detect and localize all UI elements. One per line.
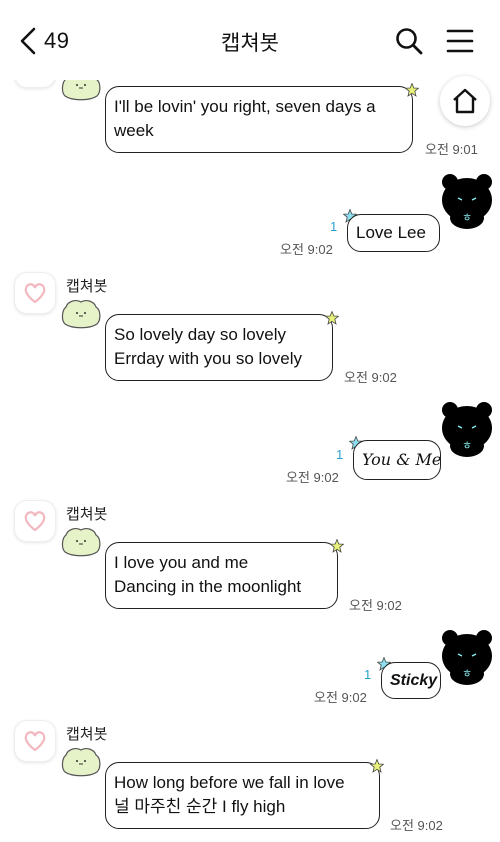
menu-icon [446, 29, 474, 53]
message-bubble[interactable]: Love Lee [347, 214, 440, 252]
star-icon [405, 83, 419, 97]
sender-name: 캡쳐봇 [66, 278, 108, 295]
message-text: I love you and me Dancing in the moonlig… [114, 553, 302, 596]
avatar[interactable] [14, 720, 56, 762]
chat-title: 캡쳐봇 [221, 32, 279, 55]
message-bubble[interactable]: How long before we fall in love 널 마주친 순간… [105, 762, 380, 829]
sticker-icon [61, 300, 101, 329]
message-text: I'll be lovin' you right, seven days a w… [114, 97, 376, 140]
star-icon [325, 311, 339, 325]
bear-profile-icon: ㅎ [442, 174, 492, 229]
star-icon [330, 539, 344, 553]
message-text: Love Lee [356, 223, 426, 242]
message-text: Sticky [390, 672, 438, 689]
heart-icon [24, 731, 46, 752]
svg-text:ㅎ: ㅎ [462, 439, 472, 452]
star-icon [370, 759, 384, 773]
heart-icon [24, 283, 46, 304]
sender-name: 캡쳐봇 [66, 726, 108, 743]
home-button[interactable] [440, 76, 490, 126]
message-bubble[interactable]: I'll be lovin' you right, seven days a w… [105, 86, 413, 153]
search-icon [396, 28, 423, 55]
timestamp: 오전 9:02 [280, 242, 333, 257]
chat-header: 49 캡쳐봇 [0, 0, 500, 80]
avatar[interactable] [14, 272, 56, 314]
message-bubble[interactable]: You & Me [353, 440, 441, 480]
search-button[interactable] [394, 26, 424, 56]
svg-text:ㅎ: ㅎ [462, 211, 472, 224]
message-text: How long before we fall in love 널 마주친 순간… [114, 773, 345, 816]
menu-button[interactable] [445, 26, 475, 56]
unread-count: 1 [330, 219, 338, 234]
message-bubble[interactable]: So lovely day so lovely Errday with you … [105, 314, 333, 381]
svg-text:ㅎ: ㅎ [462, 667, 472, 680]
message-text: So lovely day so lovely Errday with you … [114, 325, 303, 368]
timestamp: 오전 9:01 [425, 142, 478, 157]
unread-count: 1 [364, 667, 372, 682]
timestamp: 오전 9:02 [349, 598, 402, 613]
unread-count: 1 [336, 447, 344, 462]
heart-icon [24, 511, 46, 532]
timestamp: 오전 9:02 [344, 370, 397, 385]
message-text: You & Me [362, 450, 442, 469]
avatar[interactable] [14, 500, 56, 542]
message-bubble[interactable]: I love you and me Dancing in the moonlig… [105, 542, 338, 609]
bear-profile-icon: ㅎ [442, 402, 492, 457]
timestamp: 오전 9:02 [286, 470, 339, 485]
sender-name: 캡쳐봇 [66, 506, 108, 523]
timestamp: 오전 9:02 [314, 690, 367, 705]
timestamp: 오전 9:02 [390, 818, 443, 833]
bear-profile-icon: ㅎ [442, 630, 492, 685]
home-icon [453, 88, 477, 114]
sticker-icon [61, 748, 101, 777]
sticker-icon [61, 528, 101, 557]
message-bubble[interactable]: Sticky [381, 662, 441, 699]
